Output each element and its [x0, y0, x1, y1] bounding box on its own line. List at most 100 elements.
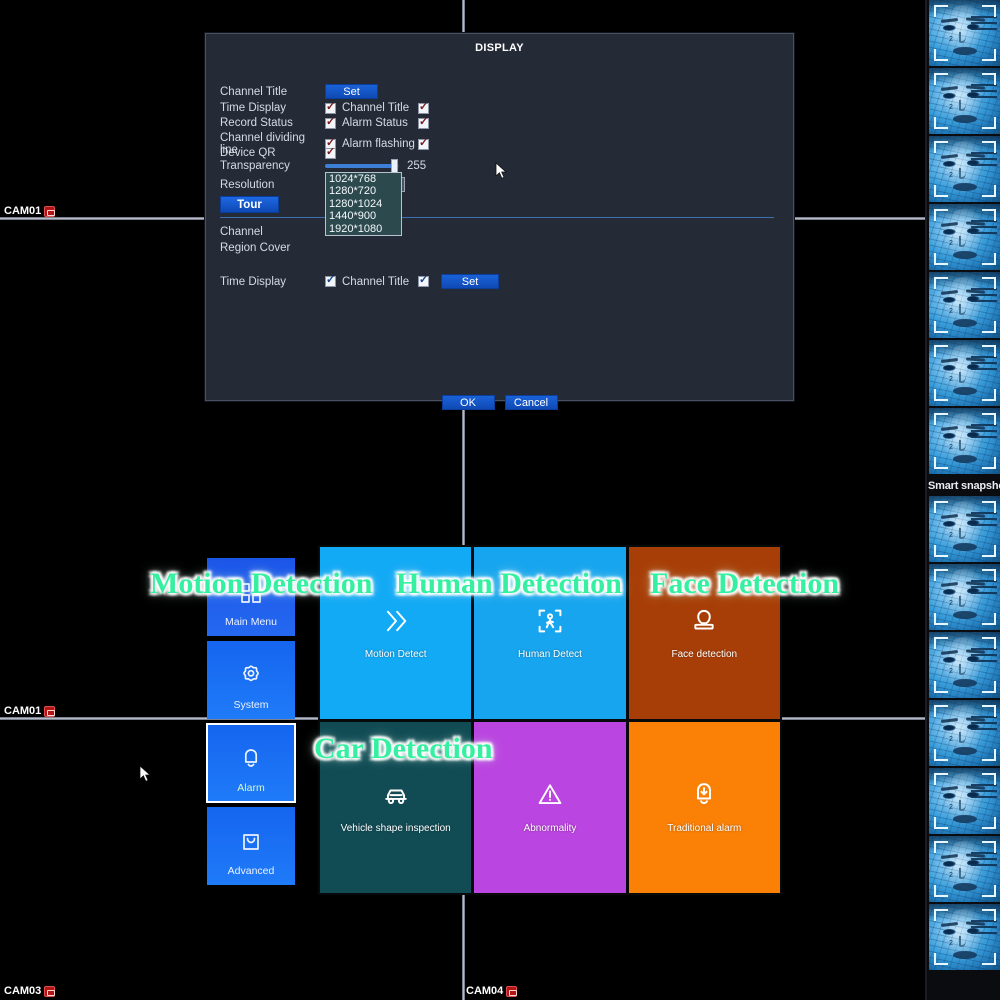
face-frame-bracket-icon	[934, 501, 948, 513]
annotation-text: Car Detection	[314, 732, 493, 765]
channel-label: Channel	[220, 226, 263, 238]
face-snapshot-thumbnail[interactable]: 2	[929, 564, 1000, 630]
face-frame-bracket-icon	[982, 681, 996, 693]
face-frame-bracket-icon	[934, 185, 948, 197]
eye-left	[943, 93, 956, 99]
face-snapshot-thumbnail[interactable]: 2	[929, 68, 1000, 134]
resolution-option[interactable]: 1024*768	[326, 173, 401, 185]
chevrons-right-icon	[386, 610, 406, 631]
face-frame-bracket-icon	[982, 501, 996, 513]
eye-left	[943, 725, 956, 731]
face-snapshot-thumbnail[interactable]: 2	[929, 700, 1000, 766]
mouth	[953, 611, 977, 619]
face-snapshot-thumbnail[interactable]: 2	[929, 632, 1000, 698]
face-snapshot-thumbnail[interactable]: 2	[929, 496, 1000, 562]
face-frame-bracket-icon	[982, 209, 996, 221]
menu-tile-label: System	[233, 699, 269, 711]
face-snapshot-thumbnail[interactable]: 2	[929, 836, 1000, 902]
face-snapshot-thumbnail[interactable]: 2	[929, 408, 1000, 474]
alarm-tile-label: Motion Detect	[364, 648, 427, 660]
face-frame-bracket-icon	[934, 545, 948, 557]
face-frame-bracket-icon	[934, 345, 948, 357]
camera-label: CAM03	[4, 985, 56, 997]
eye-left	[943, 365, 956, 371]
eye-left	[943, 521, 956, 527]
scan-data-lines	[971, 424, 997, 442]
eye-left	[943, 433, 956, 439]
channel-title-checkbox[interactable]	[418, 100, 429, 114]
face-snapshot-thumbnail[interactable]: 2	[929, 768, 1000, 834]
camera-label: CAM01	[4, 705, 56, 717]
face-snapshot-thumbnail[interactable]: 2	[929, 340, 1000, 406]
alarm-tile-traditional-alarm[interactable]: Traditional alarm	[628, 721, 780, 893]
alarm-tile-abnormality[interactable]: Abnormality	[474, 721, 626, 893]
face-frame-bracket-icon	[982, 321, 996, 333]
scan-data-lines	[971, 716, 997, 734]
eye-left	[943, 25, 956, 31]
face-frame-bracket-icon	[982, 413, 996, 425]
scan-data-lines	[971, 920, 997, 938]
face-frame-bracket-icon	[982, 885, 996, 897]
mouth	[953, 455, 977, 463]
face-frame-bracket-icon	[934, 681, 948, 693]
resolution-option[interactable]: 1920*1080	[326, 222, 401, 236]
cancel-button[interactable]: Cancel	[504, 395, 558, 410]
face-frame-bracket-icon	[982, 613, 996, 625]
warning-triangle-icon	[538, 784, 562, 805]
alarm-status-checkbox[interactable]	[418, 115, 429, 129]
display-dialog: DISPLAY Channel Title Set Time Display C…	[205, 33, 794, 410]
eye-left	[943, 297, 956, 303]
face-frame-bracket-icon	[934, 909, 948, 921]
mesh-digit: 2	[949, 872, 953, 879]
resolution-option[interactable]: 1280*1024	[326, 198, 401, 210]
record-status-icon	[44, 985, 56, 997]
dialog-separator	[220, 217, 774, 218]
face-frame-bracket-icon	[934, 209, 948, 221]
camera-label: CAM01	[4, 205, 56, 217]
resolution-option[interactable]: 1440*900	[326, 210, 401, 222]
menu-tile-label: Advanced	[227, 865, 275, 877]
face-frame-bracket-icon	[982, 277, 996, 289]
face-frame-bracket-icon	[934, 253, 948, 265]
transparency-slider-knob[interactable]	[391, 159, 398, 173]
face-snapshot-thumbnail[interactable]: 2	[929, 0, 1000, 66]
mesh-digit: 2	[949, 600, 953, 607]
channel-title-2-checkbox[interactable]	[418, 273, 429, 287]
time-display-2-checkbox[interactable]	[325, 273, 336, 287]
face-frame-bracket-icon	[934, 613, 948, 625]
menu-tile-alarm[interactable]: Alarm	[206, 723, 296, 803]
alarm-flashing-checkbox[interactable]	[418, 136, 429, 150]
face-frame-bracket-icon	[934, 141, 948, 153]
mouth	[953, 319, 977, 327]
camera-label-text: CAM03	[4, 985, 42, 997]
device-qr-checkbox[interactable]	[325, 145, 336, 159]
time-display-checkbox[interactable]	[325, 100, 336, 114]
menu-tile-advanced[interactable]: Advanced	[207, 807, 295, 885]
face-snapshot-thumbnail[interactable]: 2	[929, 904, 1000, 970]
time-display-set-button[interactable]: Set	[441, 274, 499, 289]
scan-data-lines	[971, 512, 997, 530]
eye-left	[943, 793, 956, 799]
tour-button[interactable]: Tour	[220, 196, 279, 213]
menu-tile-system[interactable]: System	[207, 641, 295, 719]
eye-left	[943, 229, 956, 235]
resolution-label: Resolution	[220, 178, 275, 191]
time-display-label: Time Display	[220, 102, 287, 114]
record-status-checkbox[interactable]	[325, 115, 336, 129]
face-snapshot-thumbnail[interactable]: 2	[929, 136, 1000, 202]
resolution-dropdown-list[interactable]: 1024*768 1280*720 1280*1024 1440*900 1920*10…	[325, 172, 402, 237]
smart-snapshot-panel[interactable]: 2 2 2 2 2 2 2 Smart snapshot 2 2 2 2 2 2 2	[925, 0, 1000, 1000]
face-frame-bracket-icon	[982, 749, 996, 761]
face-snapshot-thumbnail[interactable]: 2	[929, 204, 1000, 270]
transparency-slider[interactable]	[325, 159, 399, 173]
mouth	[953, 883, 977, 891]
ok-button[interactable]: OK	[441, 395, 495, 410]
mesh-digit: 2	[949, 376, 953, 383]
face-frame-bracket-icon	[982, 569, 996, 581]
gear-icon	[243, 665, 259, 682]
channel-title-set-button[interactable]: Set	[325, 84, 378, 99]
face-frame-bracket-icon	[934, 637, 948, 649]
face-snapshot-thumbnail[interactable]: 2	[929, 272, 1000, 338]
face-frame-bracket-icon	[982, 909, 996, 921]
resolution-option[interactable]: 1280*720	[326, 185, 401, 197]
